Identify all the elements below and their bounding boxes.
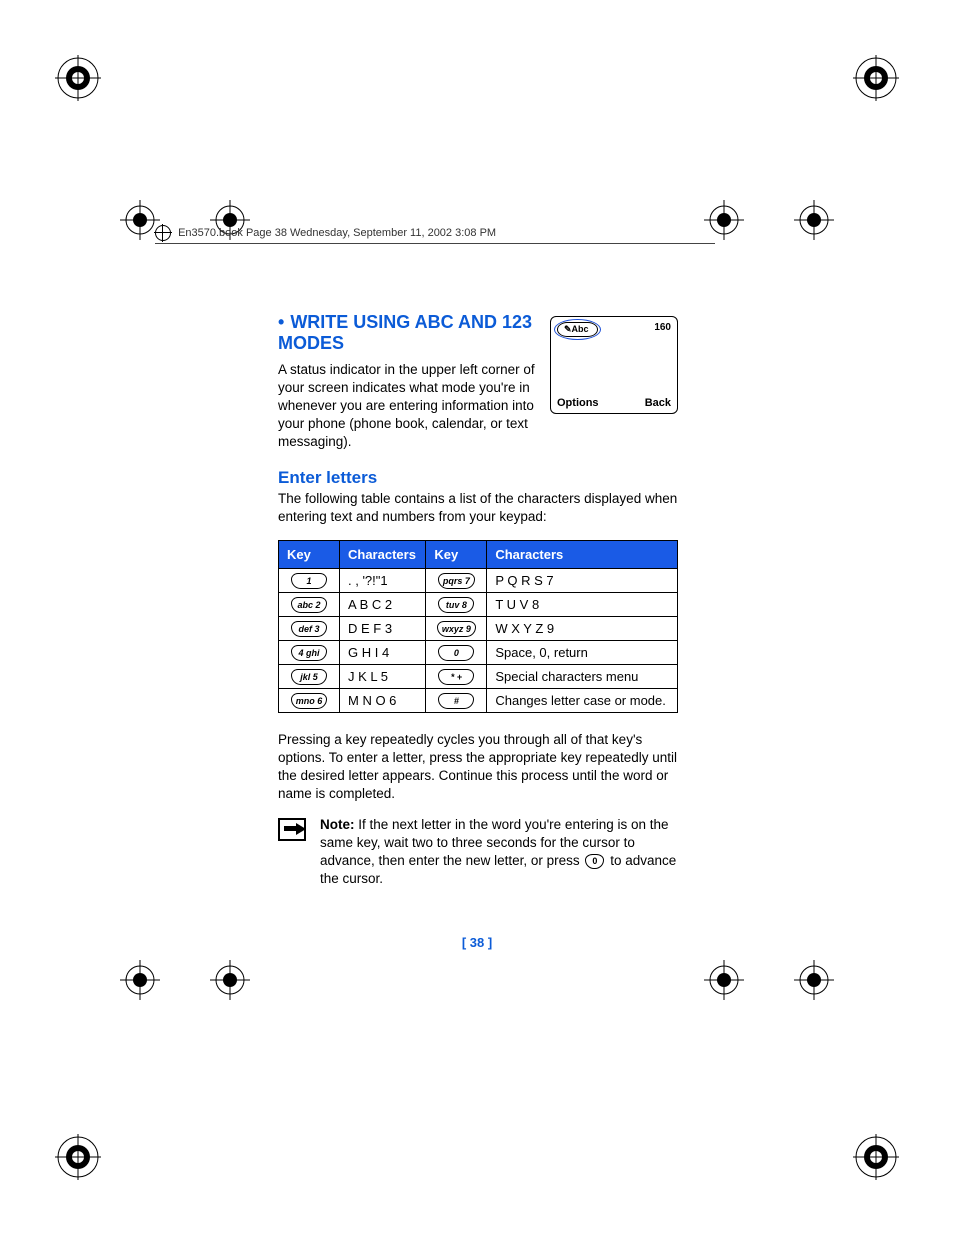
keypad-key-icon: * + [438, 669, 474, 685]
phone-screen-illustration: ✎Abc 160 Options Back [550, 316, 678, 414]
registration-mark-icon [853, 1134, 899, 1180]
page-number: [ 38 ] [0, 935, 954, 950]
softkey-right-label: Back [645, 397, 671, 409]
note-block: Note: If the next letter in the word you… [278, 816, 678, 887]
key-icon-cell: # [426, 689, 487, 713]
col-header-characters: Characters [340, 541, 426, 569]
note-text: Note: If the next letter in the word you… [320, 816, 678, 887]
key-icon-cell: tuv 8 [426, 593, 487, 617]
registration-mark-icon [55, 1134, 101, 1180]
col-header-key: Key [426, 541, 487, 569]
characters-cell: G H I 4 [340, 641, 426, 665]
keypad-key-icon: 4 ghi [291, 645, 327, 661]
col-header-characters: Characters [487, 541, 678, 569]
characters-cell: J K L 5 [340, 665, 426, 689]
char-counter: 160 [654, 322, 671, 333]
subsection-heading: Enter letters [278, 468, 678, 488]
intro-paragraph: A status indicator in the upper left cor… [278, 361, 536, 450]
registration-mark-icon [853, 55, 899, 101]
key-icon-cell: mno 6 [279, 689, 340, 713]
crop-mark-icon [794, 960, 834, 1000]
key-characters-table: Key Characters Key Characters 1 . , '?!"1… [278, 540, 678, 713]
characters-cell: M N O 6 [340, 689, 426, 713]
table-row: mno 6 M N O 6 # Changes letter case or mode… [279, 689, 678, 713]
table-row: jkl 5 J K L 5 * + Special characters menu [279, 665, 678, 689]
characters-cell: A B C 2 [340, 593, 426, 617]
characters-cell: Changes letter case or mode. [487, 689, 678, 713]
keypad-key-icon: 1 [291, 573, 327, 589]
print-header-text: En3570.book Page 38 Wednesday, September… [178, 227, 496, 239]
keypad-key-icon: jkl 5 [291, 669, 327, 685]
bullet-icon: • [278, 312, 284, 332]
after-table-paragraph: Pressing a key repeatedly cycles you thr… [278, 731, 678, 802]
keypad-key-icon: # [438, 693, 474, 709]
table-row: abc 2 A B C 2 tuv 8 T U V 8 [279, 593, 678, 617]
crop-mark-icon [120, 200, 160, 240]
key-icon-cell: wxyz 9 [426, 617, 487, 641]
characters-cell: Space, 0, return [487, 641, 678, 665]
characters-cell: . , '?!"1 [340, 569, 426, 593]
subsection-intro: The following table contains a list of t… [278, 490, 678, 526]
key-icon-cell: 4 ghi [279, 641, 340, 665]
mode-indicator: ✎Abc [557, 322, 598, 337]
key-icon-cell: pqrs 7 [426, 569, 487, 593]
characters-cell: W X Y Z 9 [487, 617, 678, 641]
crop-mark-icon [704, 960, 744, 1000]
key-icon-cell: 0 [426, 641, 487, 665]
characters-cell: P Q R S 7 [487, 569, 678, 593]
characters-cell: Special characters menu [487, 665, 678, 689]
keypad-key-icon: abc 2 [291, 597, 327, 613]
table-row: def 3 D E F 3 wxyz 9 W X Y Z 9 [279, 617, 678, 641]
print-header: En3570.book Page 38 Wednesday, September… [155, 225, 715, 244]
col-header-key: Key [279, 541, 340, 569]
section-heading: •WRITE USING ABC AND 123 MODES [278, 312, 536, 353]
table-row: 1 . , '?!"1 pqrs 7 P Q R S 7 [279, 569, 678, 593]
registration-mark-icon [55, 55, 101, 101]
inline-key-icon: 0 [585, 854, 604, 869]
crop-mark-icon [794, 200, 834, 240]
key-icon-cell: * + [426, 665, 487, 689]
softkey-left-label: Options [557, 397, 599, 409]
characters-cell: D E F 3 [340, 617, 426, 641]
keypad-key-icon: mno 6 [291, 693, 328, 709]
key-icon-cell: def 3 [279, 617, 340, 641]
characters-cell: T U V 8 [487, 593, 678, 617]
keypad-key-icon: pqrs 7 [438, 573, 475, 589]
key-icon-cell: 1 [279, 569, 340, 593]
keypad-key-icon: 0 [438, 645, 474, 661]
note-icon [278, 818, 306, 841]
crop-mark-icon [210, 960, 250, 1000]
key-icon-cell: abc 2 [279, 593, 340, 617]
note-label: Note: [320, 817, 355, 832]
table-row: 4 ghi G H I 4 0 Space, 0, return [279, 641, 678, 665]
section-title-text: WRITE USING ABC AND 123 MODES [278, 312, 532, 353]
keypad-key-icon: tuv 8 [438, 597, 474, 613]
crop-mark-icon [120, 960, 160, 1000]
keypad-key-icon: wxyz 9 [437, 621, 476, 637]
keypad-key-icon: def 3 [291, 621, 327, 637]
key-icon-cell: jkl 5 [279, 665, 340, 689]
